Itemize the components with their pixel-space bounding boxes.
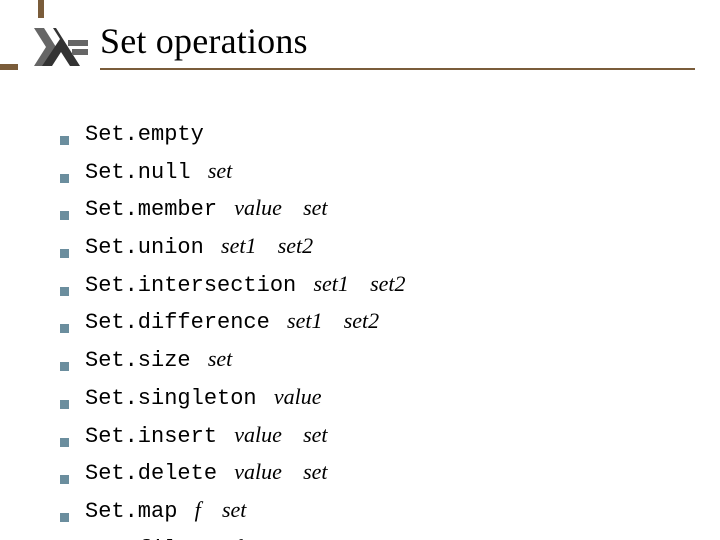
code-arg: set2: [370, 271, 405, 296]
bullet-icon: [60, 324, 69, 333]
code-arg: f: [234, 535, 240, 540]
bullet-icon: [60, 211, 69, 220]
code-text: Set.null: [85, 160, 204, 185]
code-arg: set1: [221, 233, 256, 258]
code-arg: set: [262, 535, 286, 540]
list-item: Set.insert value set: [60, 420, 680, 452]
code-text: [286, 424, 299, 449]
bullet-icon: [60, 174, 69, 183]
code-arg: set: [208, 158, 232, 183]
list-item-text: Set.union set1 set2: [85, 231, 680, 263]
list-item-text: Set.null set: [85, 156, 680, 188]
slide: Set operations Set.emptySet.null setSet.…: [0, 0, 720, 540]
code-text: Set.intersection: [85, 273, 309, 298]
page-title: Set operations: [100, 20, 690, 62]
code-text: [244, 537, 257, 540]
haskell-logo-icon: [34, 28, 88, 71]
code-text: Set.member: [85, 197, 230, 222]
list-item: Set.singleton value: [60, 382, 680, 414]
code-text: Set.size: [85, 348, 204, 373]
code-text: Set.difference: [85, 310, 283, 335]
code-arg: set: [303, 195, 327, 220]
bullet-icon: [60, 400, 69, 409]
list-item: Set.filter f set: [60, 533, 680, 540]
list-item-text: Set.size set: [85, 344, 680, 376]
bullet-list: Set.emptySet.null setSet.member value se…: [60, 120, 680, 540]
list-item: Set.delete value set: [60, 457, 680, 489]
list-item-text: Set.intersection set1 set2: [85, 269, 680, 301]
list-item: Set.map f set: [60, 495, 680, 527]
code-arg: set: [208, 346, 232, 371]
code-arg: set: [303, 422, 327, 447]
code-arg: set: [303, 459, 327, 484]
list-item: Set.union set1 set2: [60, 231, 680, 263]
code-text: Set.delete: [85, 461, 230, 486]
code-arg: set1: [313, 271, 348, 296]
list-item: Set.member value set: [60, 193, 680, 225]
code-arg: f: [195, 497, 201, 522]
bullet-icon: [60, 249, 69, 258]
code-arg: value: [234, 422, 282, 447]
list-item-text: Set.map f set: [85, 495, 680, 527]
code-arg: value: [234, 195, 282, 220]
title-area: Set operations: [100, 20, 690, 70]
list-item-text: Set.insert value set: [85, 420, 680, 452]
code-arg: value: [234, 459, 282, 484]
list-item: Set.difference set1 set2: [60, 306, 680, 338]
bullet-icon: [60, 362, 69, 371]
bullet-icon: [60, 136, 69, 145]
list-item-text: Set.member value set: [85, 193, 680, 225]
bullet-icon: [60, 475, 69, 484]
code-arg: set2: [344, 308, 379, 333]
list-item-text: Set.empty: [85, 120, 680, 150]
title-underline: [100, 68, 695, 70]
code-text: Set.map: [85, 499, 191, 524]
code-arg: set1: [287, 308, 322, 333]
list-item-text: Set.filter f set: [85, 533, 680, 540]
list-item: Set.null set: [60, 156, 680, 188]
list-item-text: Set.singleton value: [85, 382, 680, 414]
code-text: [286, 461, 299, 486]
list-item-text: Set.delete value set: [85, 457, 680, 489]
list-item: Set.empty: [60, 120, 680, 150]
list-item: Set.size set: [60, 344, 680, 376]
code-text: Set.singleton: [85, 386, 270, 411]
decoration-tick-top: [38, 0, 44, 18]
bullet-icon: [60, 513, 69, 522]
code-text: [260, 235, 273, 260]
code-arg: value: [274, 384, 322, 409]
bullet-icon: [60, 287, 69, 296]
code-text: Set.filter: [85, 537, 230, 540]
code-arg: set2: [278, 233, 313, 258]
list-item: Set.intersection set1 set2: [60, 269, 680, 301]
decoration-tick-left: [0, 64, 18, 70]
code-text: [286, 197, 299, 222]
list-item-text: Set.difference set1 set2: [85, 306, 680, 338]
code-text: Set.empty: [85, 122, 204, 147]
code-text: [205, 499, 218, 524]
code-text: [327, 310, 340, 335]
code-text: Set.insert: [85, 424, 230, 449]
code-text: [353, 273, 366, 298]
bullet-icon: [60, 438, 69, 447]
code-text: Set.union: [85, 235, 217, 260]
code-arg: set: [222, 497, 246, 522]
